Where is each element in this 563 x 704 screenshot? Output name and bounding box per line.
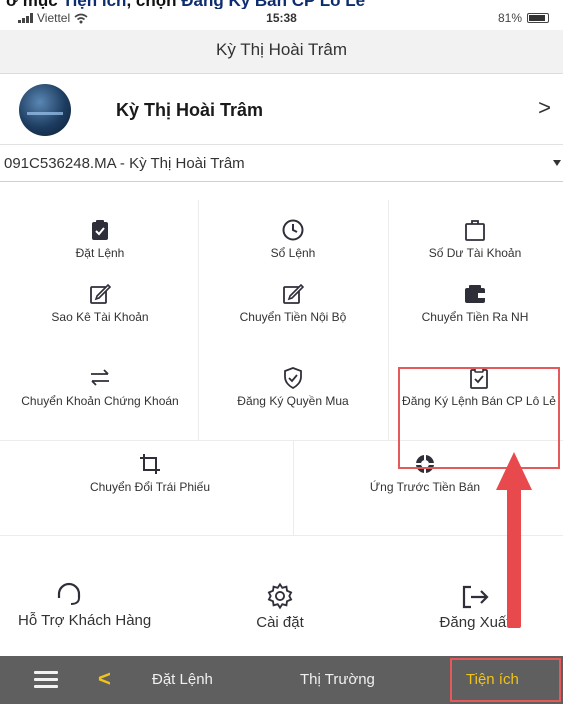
grid-divider xyxy=(198,200,199,440)
crop-icon xyxy=(140,454,160,474)
hamburger-menu-icon[interactable] xyxy=(34,671,58,688)
status-bar: Viettel 15:38 81% xyxy=(0,8,563,30)
grid-divider xyxy=(293,440,294,535)
highlight-box xyxy=(398,367,560,469)
menu-dat-lenh[interactable]: Đặt Lệnh xyxy=(10,218,190,260)
menu-label: Đăng Ký Quyền Mua xyxy=(237,394,349,408)
settings-label: Cài đặt xyxy=(256,614,304,631)
shield-check-icon xyxy=(284,367,302,390)
headset-icon xyxy=(57,582,81,605)
menu-label: Chuyển Đổi Trái Phiếu xyxy=(89,480,211,494)
menu-chuyen-tien-ra-nh[interactable]: Chuyển Tiền Ra NH xyxy=(390,282,560,324)
clock-icon xyxy=(282,219,304,241)
page-title: Kỳ Thị Hoài Trâm xyxy=(0,30,563,74)
menu-label: Sao Kê Tài Khoản xyxy=(51,310,149,324)
menu-label: Đặt Lệnh xyxy=(75,246,125,260)
menu-label: Chuyển Khoản Chứng Khoán xyxy=(21,394,179,408)
menu-sao-ke[interactable]: Sao Kê Tài Khoản xyxy=(10,282,190,324)
menu-chuyen-khoan-ck[interactable]: Chuyển Khoản Chứng Khoán xyxy=(10,366,190,408)
menu-chuyen-tien-noi-bo[interactable]: Chuyển Tiền Nội Bộ xyxy=(200,282,386,324)
grid-divider xyxy=(388,200,389,440)
battery-level: 81% xyxy=(497,11,522,25)
profile-row[interactable]: Kỳ Thị Hoài Trâm > xyxy=(0,75,563,145)
logout-button[interactable]: Đăng Xuất xyxy=(400,584,550,631)
nav-highlight-box xyxy=(450,658,561,702)
grid-divider xyxy=(0,535,563,536)
chevron-right-icon: > xyxy=(538,95,551,120)
menu-chuyen-doi-trai-phieu[interactable]: Chuyển Đổi Trái Phiếu xyxy=(10,452,290,494)
caret-down-icon xyxy=(553,160,561,166)
support-label: Hỗ Trợ Khách Hàng xyxy=(18,612,152,629)
nav-tab-dat-lenh[interactable]: Đặt Lệnh xyxy=(152,671,213,688)
logout-icon xyxy=(462,585,489,609)
settings-button[interactable]: Cài đặt xyxy=(205,582,355,631)
menu-label: Số Dư Tài Khoản xyxy=(428,246,522,260)
annotation-arrow-head xyxy=(496,452,532,490)
transfer-arrows-icon xyxy=(91,369,109,386)
annotation-arrow-shaft xyxy=(507,488,521,628)
account-selected-value: 091C536248.MA - Kỳ Thị Hoài Trâm xyxy=(4,155,245,172)
account-selector[interactable]: 091C536248.MA - Kỳ Thị Hoài Trâm xyxy=(0,146,563,182)
logout-label: Đăng Xuất xyxy=(439,614,511,631)
menu-so-du[interactable]: Số Dư Tài Khoản xyxy=(390,218,560,260)
gear-icon xyxy=(267,582,293,610)
avatar xyxy=(19,84,71,136)
battery-icon xyxy=(527,13,549,23)
menu-label: Chuyển Tiền Ra NH xyxy=(421,310,529,324)
nav-tab-thi-truong[interactable]: Thị Trường xyxy=(300,671,375,688)
clock: 15:38 xyxy=(266,11,297,25)
menu-so-lenh[interactable]: Sổ Lệnh xyxy=(200,218,386,260)
back-chevron-icon[interactable]: < xyxy=(98,666,111,692)
wallet-icon xyxy=(465,285,485,303)
support-button[interactable]: Hỗ Trợ Khách Hàng xyxy=(18,582,178,629)
menu-dang-ky-quyen-mua[interactable]: Đăng Ký Quyền Mua xyxy=(200,366,386,408)
menu-label: Chuyển Tiền Nội Bộ xyxy=(239,310,347,324)
menu-label: Sổ Lệnh xyxy=(270,246,316,260)
briefcase-outline-icon xyxy=(465,220,485,241)
clipboard-check-icon xyxy=(92,220,108,240)
edit-icon xyxy=(283,283,305,304)
battery: 81% xyxy=(498,11,549,25)
profile-name: Kỳ Thị Hoài Trâm xyxy=(116,100,264,120)
edit-icon xyxy=(90,283,112,304)
